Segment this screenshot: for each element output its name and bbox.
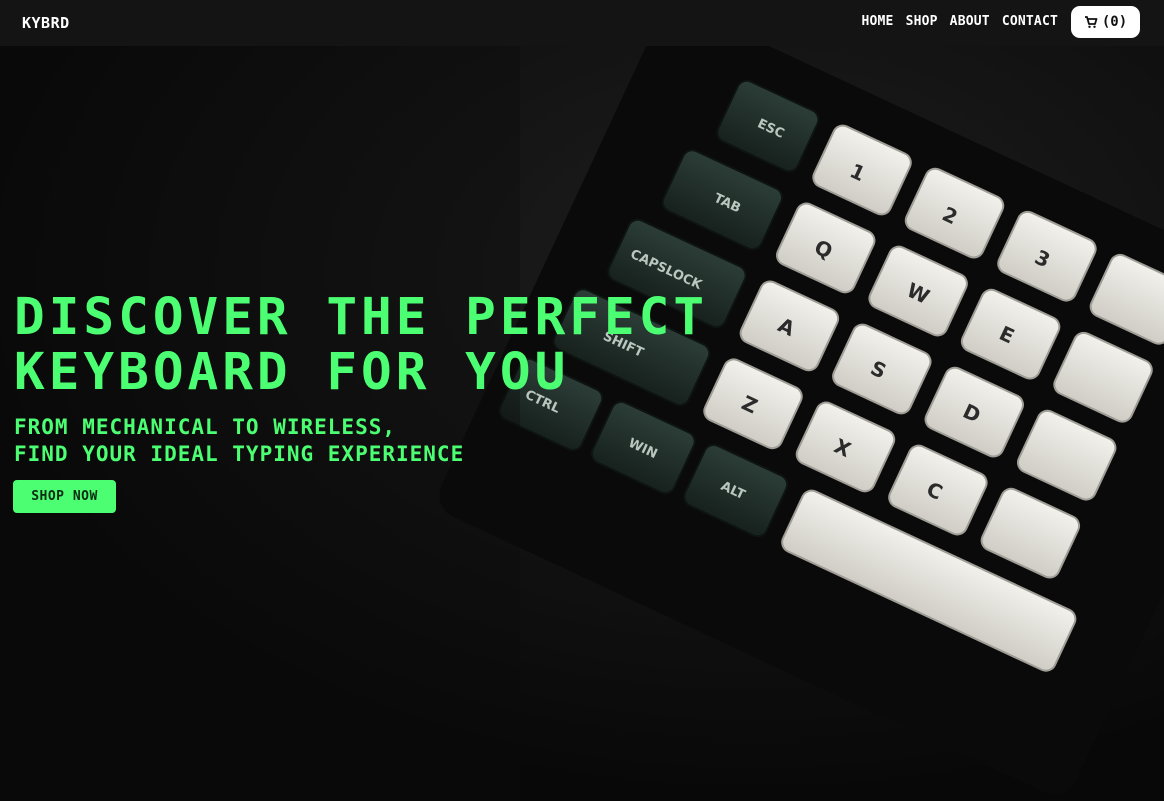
hero-headline-line2: KEYBOARD FOR YOU: [14, 343, 570, 402]
nav-home-link[interactable]: HOME: [861, 14, 893, 29]
cart-count: (0): [1101, 14, 1128, 30]
cart-icon: [1084, 16, 1098, 28]
hero-headline-line1: DISCOVER THE PERFECT: [14, 288, 709, 347]
nav-about-link[interactable]: ABOUT: [950, 14, 990, 29]
cart-button[interactable]: (0): [1071, 6, 1140, 38]
main-nav: HOME SHOP ABOUT CONTACT: [861, 14, 1058, 29]
hero-subheadline: FROM MECHANICAL TO WIRELESS, FIND YOUR I…: [14, 414, 534, 468]
hero-subheadline-line1: FROM MECHANICAL TO WIRELESS,: [14, 415, 397, 439]
hero-section: ESC TAB CAPSLOCK SHIFT CTRL WIN ALT 1 2 …: [0, 46, 1164, 801]
brand-logo[interactable]: KYBRD: [22, 14, 70, 32]
shop-now-button[interactable]: SHOP NOW: [13, 480, 116, 513]
hero-headline: DISCOVER THE PERFECT KEYBOARD FOR YOU: [14, 290, 754, 400]
hero-subheadline-line2: FIND YOUR IDEAL TYPING EXPERIENCE: [14, 442, 465, 466]
top-navbar: KYBRD HOME SHOP ABOUT CONTACT (0): [0, 0, 1164, 46]
nav-shop-link[interactable]: SHOP: [906, 14, 938, 29]
nav-contact-link[interactable]: CONTACT: [1002, 14, 1058, 29]
